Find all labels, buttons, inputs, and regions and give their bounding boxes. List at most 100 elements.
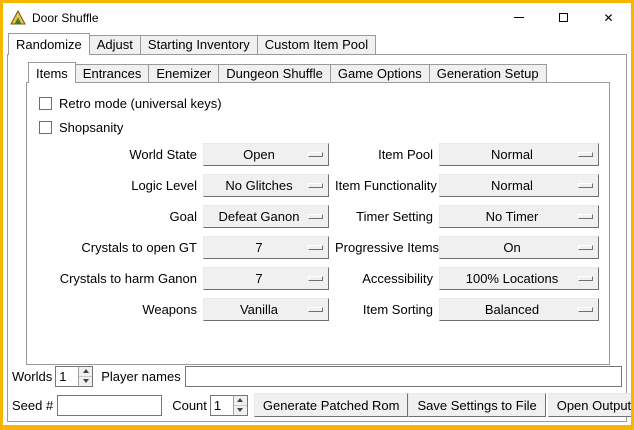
dropdown-value: No Timer bbox=[486, 209, 553, 224]
dropdown-indicator-icon bbox=[578, 183, 593, 188]
close-button[interactable]: ✕ bbox=[586, 3, 631, 32]
arrow-down-icon bbox=[83, 379, 89, 383]
tab-adjust[interactable]: Adjust bbox=[89, 35, 141, 54]
world-state-dropdown[interactable]: Open bbox=[203, 143, 329, 166]
worlds-down-button[interactable] bbox=[79, 377, 92, 386]
accessibility-label: Accessibility bbox=[335, 271, 433, 286]
close-icon: ✕ bbox=[603, 12, 613, 24]
outer-tab-bar: Randomize Adjust Starting Inventory Cust… bbox=[3, 32, 631, 54]
minimize-button[interactable] bbox=[496, 3, 541, 32]
dropdown-indicator-icon bbox=[308, 183, 323, 188]
tab-dungeon-shuffle[interactable]: Dungeon Shuffle bbox=[218, 64, 331, 82]
inner-tab-bar: Items Entrances Enemizer Dungeon Shuffle… bbox=[26, 61, 610, 82]
count-spinbox bbox=[210, 395, 248, 416]
dropdown-value: Normal bbox=[491, 147, 547, 162]
tab-items[interactable]: Items bbox=[28, 62, 76, 83]
crystals-open-gt-dropdown[interactable]: 7 bbox=[203, 236, 329, 259]
item-functionality-dropdown[interactable]: Normal bbox=[439, 174, 599, 197]
tab-custom-item-pool[interactable]: Custom Item Pool bbox=[257, 35, 376, 54]
footer: Worlds Player names Seed # Count bbox=[8, 365, 626, 421]
accessibility-dropdown[interactable]: 100% Locations bbox=[439, 267, 599, 290]
titlebar[interactable]: Door Shuffle ✕ bbox=[3, 3, 631, 32]
dropdown-indicator-icon bbox=[578, 245, 593, 250]
dropdown-indicator-icon bbox=[578, 152, 593, 157]
arrow-up-icon bbox=[237, 398, 243, 402]
arrow-up-icon bbox=[83, 369, 89, 373]
progressive-items-dropdown[interactable]: On bbox=[439, 236, 599, 259]
shopsanity-label: Shopsanity bbox=[59, 120, 123, 135]
crystals-harm-ganon-label: Crystals to harm Ganon bbox=[37, 271, 197, 286]
dropdown-indicator-icon bbox=[308, 276, 323, 281]
dropdown-value: Defeat Ganon bbox=[219, 209, 314, 224]
dropdown-value: No Glitches bbox=[225, 178, 306, 193]
maximize-icon bbox=[559, 13, 568, 22]
shopsanity-checkbox[interactable]: Shopsanity bbox=[37, 115, 599, 139]
dropdown-value: 7 bbox=[255, 240, 276, 255]
weapons-dropdown[interactable]: Vanilla bbox=[203, 298, 329, 321]
maximize-button[interactable] bbox=[541, 3, 586, 32]
dropdown-indicator-icon bbox=[308, 152, 323, 157]
logic-level-dropdown[interactable]: No Glitches bbox=[203, 174, 329, 197]
checkbox-unchecked-icon[interactable] bbox=[39, 121, 52, 134]
seed-label: Seed # bbox=[12, 398, 53, 413]
progressive-items-label: Progressive Items bbox=[335, 240, 433, 255]
tab-enemizer[interactable]: Enemizer bbox=[148, 64, 219, 82]
window-controls: ✕ bbox=[496, 3, 631, 32]
item-functionality-label: Item Functionality bbox=[335, 178, 433, 193]
world-state-label: World State bbox=[37, 147, 197, 162]
item-pool-dropdown[interactable]: Normal bbox=[439, 143, 599, 166]
seed-input[interactable] bbox=[57, 395, 162, 416]
goal-label: Goal bbox=[37, 209, 197, 224]
tab-generation-setup[interactable]: Generation Setup bbox=[429, 64, 547, 82]
item-sorting-label: Item Sorting bbox=[335, 302, 433, 317]
dropdown-value: Open bbox=[243, 147, 289, 162]
worlds-label: Worlds bbox=[12, 369, 52, 384]
dropdown-indicator-icon bbox=[578, 276, 593, 281]
items-pane: Retro mode (universal keys) Shopsanity W… bbox=[26, 82, 610, 365]
count-spin-buttons bbox=[233, 395, 248, 416]
item-sorting-dropdown[interactable]: Balanced bbox=[439, 298, 599, 321]
window-title: Door Shuffle bbox=[32, 11, 99, 25]
dropdown-indicator-icon bbox=[308, 214, 323, 219]
player-names-label: Player names bbox=[101, 369, 180, 384]
window: Door Shuffle ✕ Randomize Adjust Starting… bbox=[0, 0, 634, 430]
randomize-pane: Items Entrances Enemizer Dungeon Shuffle… bbox=[7, 54, 627, 422]
player-names-input[interactable] bbox=[185, 366, 622, 387]
dropdown-value: Balanced bbox=[485, 302, 553, 317]
dropdown-value: Normal bbox=[491, 178, 547, 193]
inner-notebook: Items Entrances Enemizer Dungeon Shuffle… bbox=[26, 61, 610, 365]
retro-mode-checkbox[interactable]: Retro mode (universal keys) bbox=[37, 91, 599, 115]
generate-patched-rom-button[interactable]: Generate Patched Rom bbox=[254, 393, 409, 417]
retro-mode-label: Retro mode (universal keys) bbox=[59, 96, 222, 111]
dropdown-indicator-icon bbox=[308, 245, 323, 250]
worlds-input[interactable] bbox=[55, 366, 78, 387]
checkbox-unchecked-icon[interactable] bbox=[39, 97, 52, 110]
open-output-directory-button[interactable]: Open Output Directory bbox=[548, 393, 634, 417]
worlds-spin-buttons bbox=[78, 366, 93, 387]
item-pool-label: Item Pool bbox=[335, 147, 433, 162]
goal-dropdown[interactable]: Defeat Ganon bbox=[203, 205, 329, 228]
crystals-open-gt-label: Crystals to open GT bbox=[37, 240, 197, 255]
worlds-up-button[interactable] bbox=[79, 367, 92, 377]
arrow-down-icon bbox=[237, 408, 243, 412]
logic-level-label: Logic Level bbox=[37, 178, 197, 193]
timer-setting-label: Timer Setting bbox=[335, 209, 433, 224]
save-settings-button[interactable]: Save Settings to File bbox=[408, 393, 545, 417]
tab-entrances[interactable]: Entrances bbox=[75, 64, 150, 82]
count-label: Count bbox=[172, 398, 207, 413]
crystals-harm-ganon-dropdown[interactable]: 7 bbox=[203, 267, 329, 290]
tab-randomize[interactable]: Randomize bbox=[8, 33, 90, 55]
timer-setting-dropdown[interactable]: No Timer bbox=[439, 205, 599, 228]
dropdown-value: 7 bbox=[255, 271, 276, 286]
tab-game-options[interactable]: Game Options bbox=[330, 64, 430, 82]
worlds-spinbox bbox=[55, 366, 93, 387]
count-input[interactable] bbox=[210, 395, 233, 416]
tab-starting-inventory[interactable]: Starting Inventory bbox=[140, 35, 258, 54]
options-grid: World State Open Item Pool Normal Logic … bbox=[37, 143, 599, 321]
minimize-icon bbox=[514, 17, 524, 18]
dropdown-indicator-icon bbox=[578, 307, 593, 312]
dropdown-value: Vanilla bbox=[240, 302, 292, 317]
count-up-button[interactable] bbox=[234, 396, 247, 406]
count-down-button[interactable] bbox=[234, 406, 247, 415]
dropdown-indicator-icon bbox=[578, 214, 593, 219]
